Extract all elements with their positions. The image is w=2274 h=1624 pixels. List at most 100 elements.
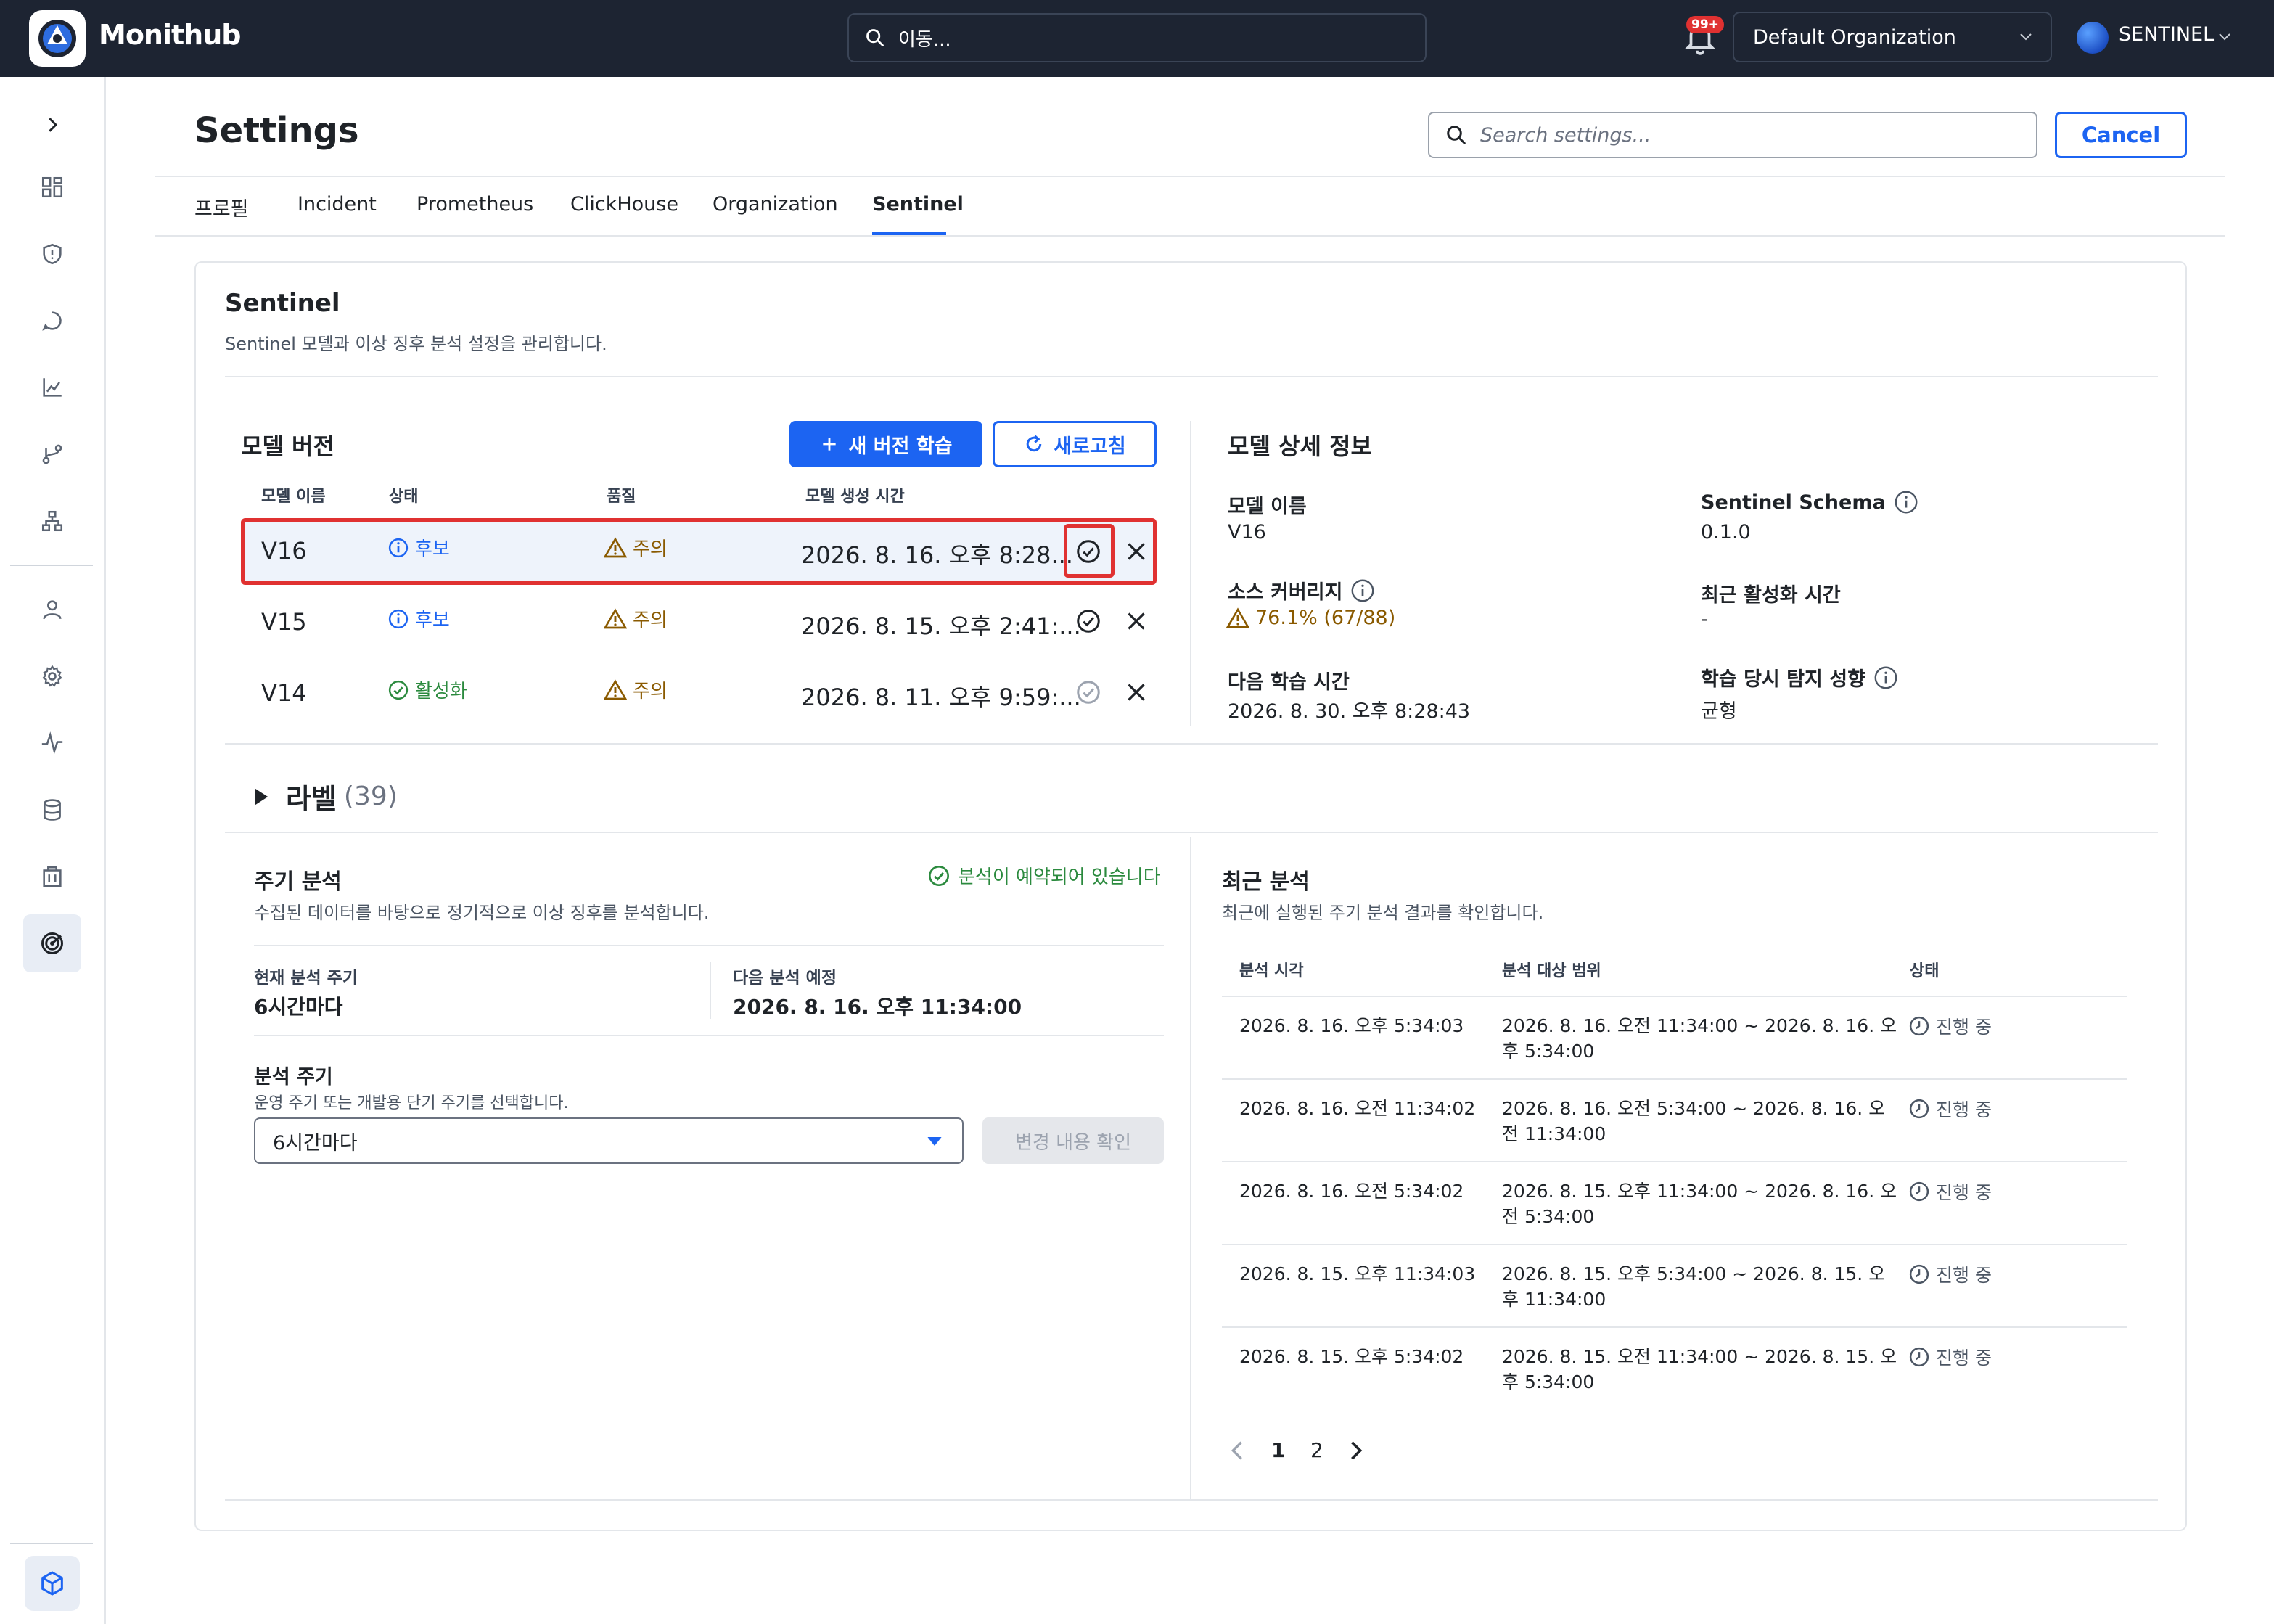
topology-icon[interactable] xyxy=(33,502,71,540)
clock-icon xyxy=(1909,1264,1929,1284)
cube-icon xyxy=(41,1571,63,1596)
tab-incident[interactable]: Incident xyxy=(297,193,377,216)
analysis-time-cell: 2026. 8. 16. 오후 5:34:03 xyxy=(1239,1015,1464,1036)
detail-label: 소스 커버리지 xyxy=(1228,576,1376,604)
interval-description: 운영 주기 또는 개발용 단기 주기를 선택합니다. xyxy=(254,1094,569,1112)
chevron-left-icon[interactable] xyxy=(1226,1438,1248,1463)
status-badge: 진행 중 xyxy=(1908,1013,1992,1039)
status-badge: 후보 xyxy=(387,605,450,632)
user-name[interactable]: SENTINEL xyxy=(2119,23,2214,46)
analysis-range-line2: 후 5:34:00 xyxy=(1502,1371,1595,1393)
logo-icon xyxy=(38,20,76,57)
section-divider xyxy=(254,1035,1164,1036)
info-icon[interactable] xyxy=(1893,489,1919,515)
analysis-range-line2: 후 5:34:00 xyxy=(1502,1041,1595,1062)
labels-toggle[interactable]: 라벨 (39) xyxy=(251,776,398,816)
chevron-right-icon[interactable] xyxy=(1345,1438,1367,1463)
chat-icon[interactable] xyxy=(33,302,71,340)
dashboard-icon[interactable] xyxy=(33,168,71,206)
interval-selected-value: 6시간마다 xyxy=(273,1131,358,1155)
clock-icon xyxy=(1909,1099,1929,1119)
check-circle-icon[interactable] xyxy=(1075,538,1101,565)
warning-icon xyxy=(604,678,627,700)
close-icon[interactable] xyxy=(1123,679,1149,705)
git-branch-icon[interactable] xyxy=(33,435,71,473)
activity-icon[interactable] xyxy=(33,724,71,762)
quality-text: 주의 xyxy=(633,538,668,560)
shield-icon[interactable] xyxy=(33,235,71,273)
settings-search-input[interactable]: Search settings... xyxy=(1428,112,2037,158)
column-header-quality: 품질 xyxy=(607,488,636,506)
column-header-analysis-range: 분석 대상 범위 xyxy=(1502,962,1601,980)
quality-text: 주의 xyxy=(633,610,668,631)
schedule-status: 분석이 예약되어 있습니다 xyxy=(927,862,1161,889)
status-text: 진행 중 xyxy=(1936,1348,1992,1369)
status-text: 진행 중 xyxy=(1936,1099,1992,1120)
search-icon xyxy=(1447,126,1466,144)
tab-prometheus[interactable]: Prometheus xyxy=(416,193,533,216)
detail-value: 2026. 8. 30. 오후 8:28:43 xyxy=(1228,700,1471,723)
check-circle-icon[interactable] xyxy=(1075,608,1101,634)
warning-icon xyxy=(604,607,627,628)
labels-count: (39) xyxy=(343,782,398,811)
current-interval-label: 현재 분석 주기 xyxy=(254,969,358,988)
column-header-model-name: 모델 이름 xyxy=(261,488,326,506)
model-detail-title: 모델 상세 정보 xyxy=(1228,432,1372,460)
train-new-version-button[interactable]: 새 버전 학습 xyxy=(789,421,982,467)
model-name-cell: V15 xyxy=(261,608,307,636)
brand-name: Monithub xyxy=(99,19,241,51)
tab-clickhouse[interactable]: ClickHouse xyxy=(570,193,678,216)
search-icon xyxy=(866,29,884,46)
database-icon[interactable] xyxy=(33,791,71,829)
organization-select[interactable]: Default Organization xyxy=(1733,12,2052,62)
next-analysis-value: 2026. 8. 16. 오후 11:34:00 xyxy=(733,995,1022,1019)
confirm-changes-button[interactable]: 변경 내용 확인 xyxy=(982,1117,1164,1164)
detail-value: 균형 xyxy=(1701,700,1737,723)
table-divider xyxy=(1222,1244,2127,1245)
avatar[interactable] xyxy=(2077,22,2109,54)
settings-shortcut-button[interactable] xyxy=(25,1556,80,1611)
analysis-range-line2: 전 11:34:00 xyxy=(1502,1123,1606,1144)
column-header-analysis-time: 분석 시각 xyxy=(1239,962,1304,980)
chart-icon[interactable] xyxy=(33,369,71,406)
column-header-status: 상태 xyxy=(389,488,419,506)
app-logo[interactable] xyxy=(29,10,86,67)
cancel-button[interactable]: Cancel xyxy=(2055,112,2187,158)
user-icon[interactable] xyxy=(33,591,71,628)
info-icon[interactable] xyxy=(1350,578,1376,604)
interval-select[interactable]: 6시간마다 xyxy=(254,1117,964,1164)
analysis-time-cell: 2026. 8. 16. 오전 11:34:02 xyxy=(1239,1098,1476,1119)
tendency-label: 학습 당시 탐지 성향 xyxy=(1701,668,1865,691)
tab-sentinel[interactable]: Sentinel xyxy=(872,193,964,216)
status-text: 진행 중 xyxy=(1936,1182,1992,1203)
column-divider xyxy=(1190,421,1191,726)
labels-title: 라벨 xyxy=(286,783,337,815)
info-icon[interactable] xyxy=(1873,665,1899,691)
page-1-button[interactable]: 1 xyxy=(1271,1438,1285,1462)
status-text: 진행 중 xyxy=(1936,1265,1992,1286)
tab-profile[interactable]: 프로필 xyxy=(194,193,249,221)
gear-icon[interactable] xyxy=(33,657,71,695)
section-divider xyxy=(225,1499,2158,1501)
building-icon[interactable] xyxy=(33,858,71,895)
sidebar-expand-icon[interactable] xyxy=(33,106,71,144)
status-badge: 활성화 xyxy=(387,676,467,703)
global-search-input[interactable]: 이동... xyxy=(847,13,1427,62)
periodic-description: 수집된 데이터를 바탕으로 정기적으로 이상 징후를 분석합니다. xyxy=(254,903,710,923)
tab-organization[interactable]: Organization xyxy=(713,193,838,216)
section-divider xyxy=(254,945,1164,946)
section-divider xyxy=(225,832,2158,833)
coverage-label: 소스 커버리지 xyxy=(1228,581,1343,604)
created-time-cell: 2026. 8. 16. 오후 8:28... xyxy=(801,541,1073,569)
check-circle-icon xyxy=(388,680,409,700)
close-icon[interactable] xyxy=(1123,608,1149,634)
analysis-range-line1: 2026. 8. 15. 오전 11:34:00 ~ 2026. 8. 15. … xyxy=(1502,1346,1897,1367)
refresh-button[interactable]: 새로고침 xyxy=(993,421,1157,467)
page-2-button[interactable]: 2 xyxy=(1310,1438,1323,1462)
radar-icon[interactable] xyxy=(23,914,81,972)
chevron-down-icon[interactable] xyxy=(2216,28,2233,45)
close-icon[interactable] xyxy=(1123,538,1149,565)
settings-tabs: 프로필 Incident Prometheus ClickHouse Organ… xyxy=(155,177,2225,237)
sentinel-description: Sentinel 모델과 이상 징후 분석 설정을 관리합니다. xyxy=(225,334,607,354)
schema-label: Sentinel Schema xyxy=(1701,491,1886,514)
